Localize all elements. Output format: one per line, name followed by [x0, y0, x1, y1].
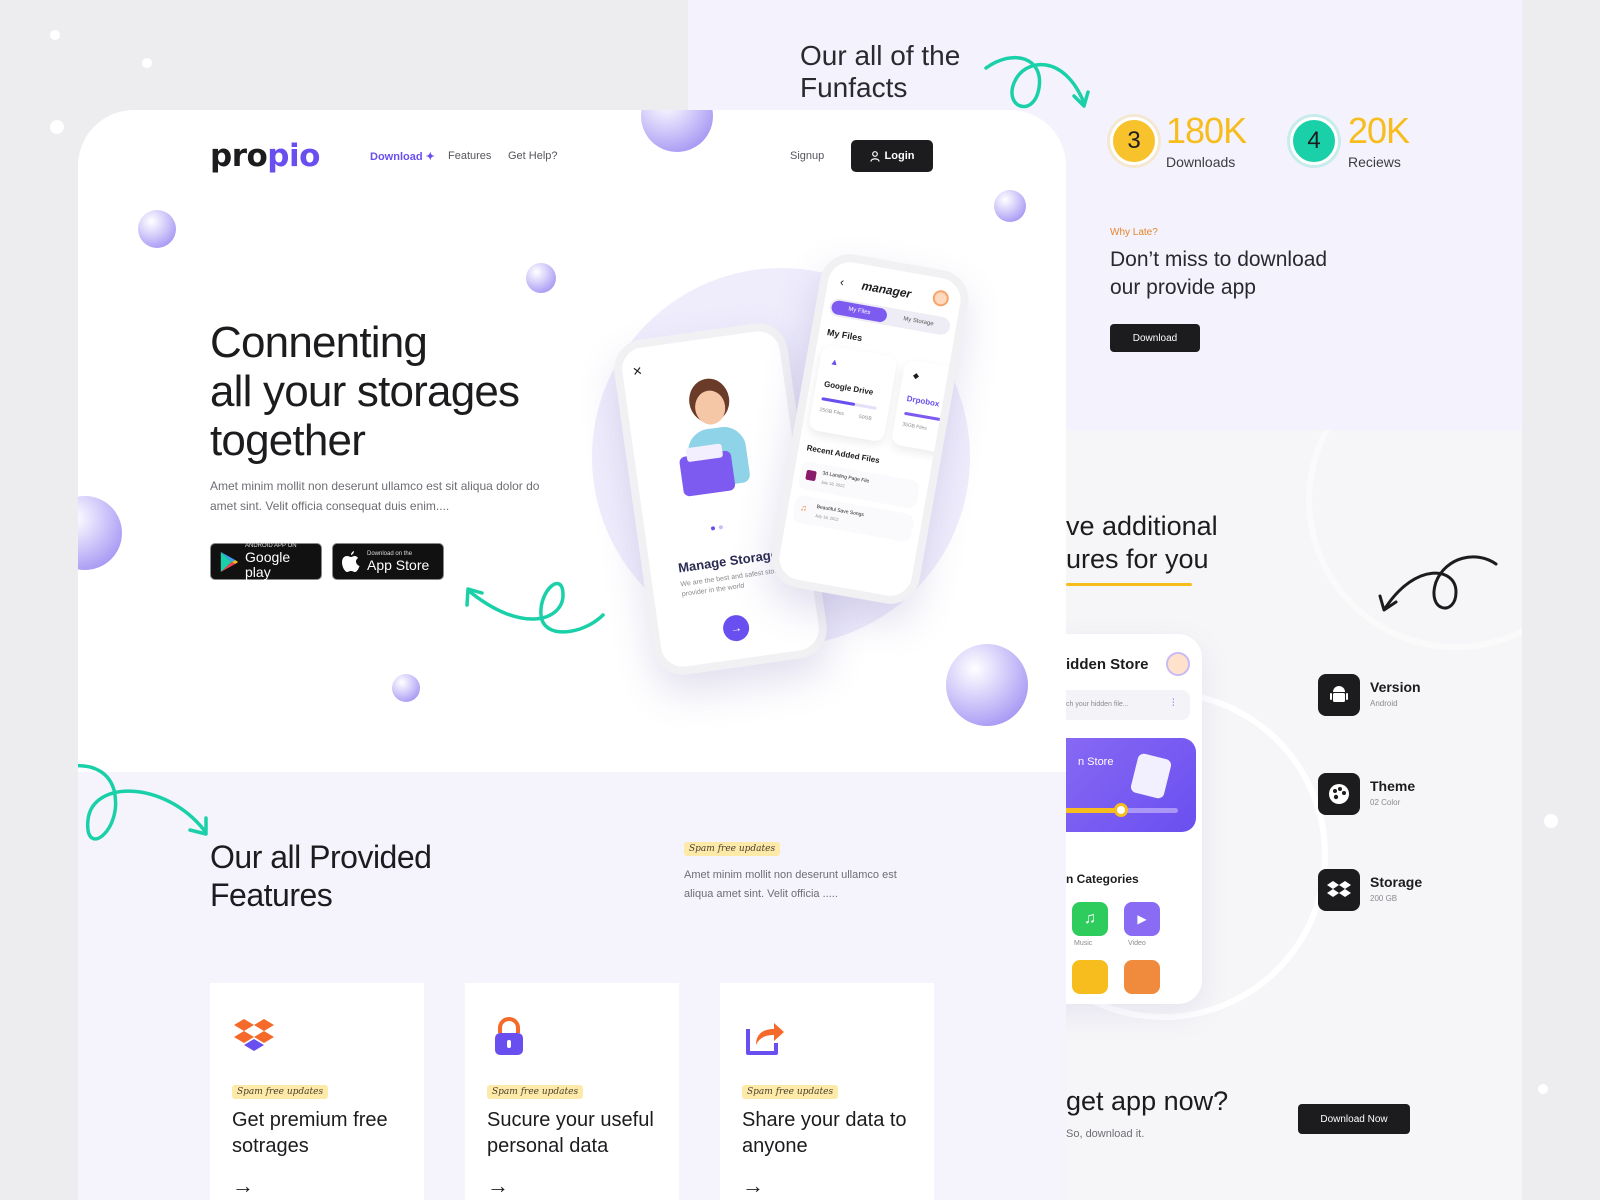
music-icon[interactable]: ♫ [1072, 902, 1108, 936]
login-button[interactable]: Login [851, 140, 933, 172]
dropbox-icon: ◆ [912, 370, 920, 381]
categories-heading: n Categories [1066, 872, 1139, 886]
cta-title: Don’t miss to download our provide app [1110, 248, 1328, 299]
music-note-icon: ♫ [799, 502, 808, 514]
reviews-label: Reciews [1348, 154, 1401, 170]
decor-blob [78, 496, 122, 570]
category-tile[interactable] [1124, 960, 1160, 994]
decor-dot [1544, 814, 1558, 828]
google-drive-card[interactable]: ▲ Google Drive 25GB Files 50GB [808, 344, 898, 443]
arrow-right-icon[interactable]: → [232, 1173, 254, 1199]
feature-card[interactable]: Spam free updates Sucure your useful per… [465, 983, 679, 1200]
arrow-right-icon[interactable]: → [487, 1173, 509, 1199]
get-app-title: get app now? [1066, 1086, 1229, 1116]
title-underline [1066, 583, 1192, 586]
downloads-badge: 3 [1110, 117, 1158, 165]
download-now-button[interactable]: Download Now [1298, 1104, 1410, 1134]
character-illustration [665, 372, 771, 503]
features-description: Amet minim mollit non deserunt ullamco e… [684, 869, 897, 900]
avatar [1166, 652, 1190, 676]
downloads-value: 180K [1166, 110, 1247, 151]
my-files-heading: My Files [826, 327, 864, 344]
category-tile[interactable] [1072, 960, 1108, 994]
tab-my-storage[interactable]: My Storage [890, 310, 948, 334]
google-play-button[interactable]: ANDROID APP ON Google play [210, 543, 322, 580]
document-icon [1129, 752, 1173, 800]
tab-my-files[interactable]: My Files [830, 299, 889, 324]
decor-blob [946, 644, 1028, 726]
hero-title: Connenting all your storages together [210, 318, 520, 465]
decor-blob [138, 210, 176, 248]
decor-blob [526, 263, 556, 293]
share-icon [746, 1023, 784, 1055]
nav-features[interactable]: Features [448, 150, 491, 162]
android-icon [1318, 674, 1360, 716]
dropbox-icon [1318, 869, 1360, 911]
arrow-right-icon[interactable]: → [742, 1173, 764, 1199]
close-icon[interactable]: ✕ [631, 364, 643, 379]
decor-dot [1538, 1084, 1548, 1094]
dropbox-icon [234, 1019, 274, 1051]
storage-slider-fill [1058, 808, 1118, 813]
manager-title: manager [860, 278, 913, 301]
features-title: Our all Provided Features [210, 839, 432, 913]
hidden-search-input[interactable]: ch your hidden file... ⫶ [1050, 690, 1190, 720]
drive-usage-bar [821, 397, 855, 406]
curly-arrow-icon [1378, 555, 1498, 612]
reviews-value: 20K [1348, 110, 1410, 151]
category-video-label: Video [1128, 940, 1146, 947]
funfacts-title: Our all of the Funfacts [800, 40, 961, 103]
logo[interactable]: propio [210, 138, 320, 174]
landing-page-card: propio Download ✦ Features Get Help? Sig… [78, 110, 1066, 1200]
drive-icon: ▲ [829, 356, 840, 368]
feature-card[interactable]: Spam free updates Get premium free sotra… [210, 983, 424, 1200]
palette-icon [1318, 773, 1360, 815]
additional-features-title: ve additional ures for you [1066, 511, 1218, 574]
decor-blob [994, 190, 1026, 222]
decor-dot [142, 58, 152, 68]
file-icon [805, 469, 817, 482]
curly-arrow-icon [78, 763, 208, 841]
back-arrow-icon[interactable]: ‹ [839, 275, 845, 289]
user-icon [869, 150, 880, 162]
decor-dot [50, 120, 64, 134]
video-icon[interactable]: ▶ [1124, 902, 1160, 936]
spam-free-tag: Spam free updates [684, 842, 781, 856]
pagination-dots [709, 515, 727, 531]
google-play-icon [220, 551, 239, 572]
hidden-store-title: idden Store [1066, 656, 1149, 673]
downloads-label: Downloads [1166, 154, 1236, 170]
feature-card[interactable]: Spam free updates Share your data to any… [720, 983, 934, 1200]
decor-blob [392, 674, 420, 702]
hero-description: Amet minim mollit non deserunt ullamco e… [210, 479, 540, 513]
app-store-button[interactable]: Download on the App Store [332, 543, 444, 580]
lock-icon [495, 1017, 523, 1055]
recent-files-heading: Recent Added Files [805, 443, 881, 466]
decor-blob [641, 110, 713, 152]
sparkle-icon: ✦ [425, 151, 435, 163]
curly-arrow-icon [465, 581, 605, 634]
category-music-label: Music [1074, 940, 1093, 947]
nav-get-help[interactable]: Get Help? [508, 150, 558, 162]
slider-handle[interactable] [1114, 803, 1128, 817]
reviews-badge: 4 [1290, 117, 1338, 165]
avatar [931, 289, 951, 308]
filter-icon[interactable]: ⫶ [1172, 698, 1175, 709]
nav-download[interactable]: Download ✦ [370, 150, 435, 163]
nav-signup[interactable]: Signup [790, 150, 824, 162]
next-button[interactable]: → [721, 613, 751, 643]
cta-eyebrow: Why Late? [1110, 227, 1158, 238]
decor-dot [50, 30, 60, 40]
dropbox-usage-bar [904, 411, 944, 422]
apple-icon [342, 550, 360, 572]
download-button[interactable]: Download [1110, 324, 1200, 352]
get-app-subtitle: So, download it. [1066, 1128, 1145, 1140]
